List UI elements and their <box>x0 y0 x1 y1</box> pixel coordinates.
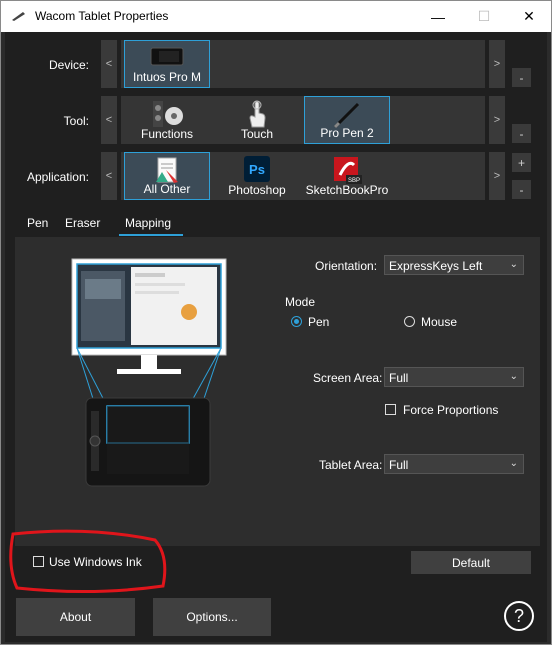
help-button[interactable]: ? <box>504 601 534 631</box>
window-title: Wacom Tablet Properties <box>35 9 169 23</box>
touch-hand-icon <box>249 100 266 128</box>
screen-area-label: Screen Area: <box>313 371 383 385</box>
device-label: Device: <box>48 58 89 72</box>
mode-label: Mode <box>285 295 316 309</box>
orientation-dropdown[interactable]: ExpressKeys Left ⌄ <box>384 255 524 275</box>
mode-mouse-radio[interactable] <box>404 316 415 327</box>
orientation-label: Orientation: <box>315 259 378 273</box>
photoshop-icon: Ps <box>244 156 270 182</box>
device-item-intuos-pro-m[interactable]: Intuos Pro M <box>124 40 210 88</box>
active-tab-indicator <box>119 234 183 236</box>
tab-pen[interactable]: Pen <box>27 216 48 230</box>
tool-strip: Functions Touch Pro Pen 2 <box>121 96 485 144</box>
chevron-down-icon: ⌄ <box>509 259 518 270</box>
photoshop-icon-text: Ps <box>249 162 265 177</box>
application-scroll-right[interactable]: > <box>489 152 505 200</box>
tool-scroll-left[interactable]: < <box>101 96 117 144</box>
window: Wacom Tablet Properties — ☐ ✕ Device: < … <box>0 0 552 645</box>
application-item-all-other[interactable]: All Other <box>124 152 210 200</box>
functions-icon <box>153 101 183 127</box>
tool-scroll-right[interactable]: > <box>489 96 505 144</box>
application-add-button[interactable]: + <box>512 153 531 172</box>
screen-area-value: Full <box>389 371 409 385</box>
mapping-illustration <box>71 258 227 487</box>
chevron-down-icon: ⌄ <box>509 458 518 469</box>
force-proportions-label[interactable]: Force Proportions <box>403 403 498 417</box>
tablet-area-dropdown[interactable]: Full ⌄ <box>384 454 524 474</box>
tool-label: Tool: <box>63 114 89 128</box>
device-scroll-left[interactable]: < <box>101 40 117 88</box>
wacom-pen-icon <box>12 12 25 21</box>
device-remove-button[interactable]: - <box>512 68 531 87</box>
tool-item-touch[interactable]: Touch <box>214 96 300 144</box>
mode-pen-label[interactable]: Pen <box>308 315 329 329</box>
mapping-panel: Orientation: ExpressKeys Left ⌄ Mode Pen… <box>15 237 540 546</box>
tool-item-functions[interactable]: Functions <box>124 96 210 144</box>
application-item-label: All Other <box>143 182 191 196</box>
about-button[interactable]: About <box>16 598 135 636</box>
orientation-value: ExpressKeys Left <box>389 259 483 273</box>
tool-item-label: Touch <box>240 127 274 141</box>
minimize-button[interactable]: — <box>415 1 461 32</box>
tool-item-label: Functions <box>140 127 194 141</box>
device-strip: Intuos Pro M <box>121 40 485 88</box>
chevron-down-icon: ⌄ <box>509 371 518 382</box>
application-item-photoshop[interactable]: Ps Photoshop <box>214 152 300 200</box>
force-proportions-checkbox[interactable] <box>385 404 396 415</box>
application-item-label: Photoshop <box>228 183 286 197</box>
tab-eraser[interactable]: Eraser <box>65 216 100 230</box>
application-label: Application: <box>26 170 89 184</box>
screen-area-dropdown[interactable]: Full ⌄ <box>384 367 524 387</box>
mode-mouse-label[interactable]: Mouse <box>421 315 457 329</box>
device-item-label: Intuos Pro M <box>132 70 202 84</box>
application-remove-button[interactable]: - <box>512 180 531 199</box>
close-button[interactable]: ✕ <box>506 1 552 32</box>
tool-remove-button[interactable]: - <box>512 124 531 143</box>
default-button[interactable]: Default <box>411 551 531 574</box>
tool-item-pro-pen-2[interactable]: Pro Pen 2 <box>304 96 390 144</box>
application-scroll-left[interactable]: < <box>101 152 117 200</box>
tool-item-label: Pro Pen 2 <box>320 126 374 140</box>
application-item-sketchbookpro[interactable]: SBP SketchBookPro <box>304 152 390 200</box>
window-body: Device: < Intuos Pro M > - Tool: < Funct… <box>5 32 547 642</box>
application-strip: All Other Ps Photoshop SBP SketchBookPro <box>121 152 485 200</box>
tablet-area-label: Tablet Area: <box>319 458 383 472</box>
sketchbookpro-icon: SBP <box>334 157 362 184</box>
tablet-area-value: Full <box>389 458 409 472</box>
tab-mapping[interactable]: Mapping <box>125 216 171 230</box>
tablet-icon <box>150 47 184 66</box>
device-scroll-right[interactable]: > <box>489 40 505 88</box>
maximize-button[interactable]: ☐ <box>461 1 507 32</box>
title-bar: Wacom Tablet Properties — ☐ ✕ <box>1 1 551 32</box>
options-button[interactable]: Options... <box>153 598 271 636</box>
red-annotation-circle <box>9 529 167 594</box>
application-item-label: SketchBookPro <box>305 183 389 197</box>
mode-pen-radio[interactable] <box>291 316 302 327</box>
